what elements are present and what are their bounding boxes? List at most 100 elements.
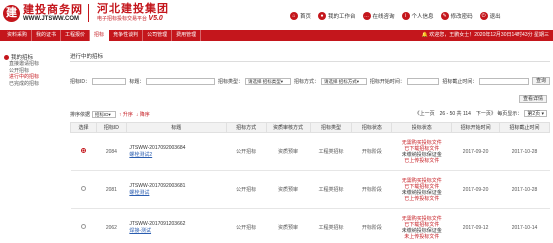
row-end: 2017-10-28 xyxy=(499,170,550,209)
col-start: 招标开始时间 xyxy=(451,122,501,133)
platform-name: 电子招标投标交易平台 V5.0 xyxy=(97,15,169,23)
bell-icon: 🔔 xyxy=(421,32,428,38)
nav-password[interactable]: ✎ 修改密码 xyxy=(440,12,473,20)
type-select-value: 请选择 招标类型 xyxy=(247,78,281,84)
sort-asc-link[interactable]: ↑ 升序 xyxy=(119,111,133,118)
view-detail-button[interactable]: 查看详情 xyxy=(518,95,547,103)
nav-consult-label: 在线咨询 xyxy=(372,14,395,20)
menu-item-negotiation[interactable]: 竞争性谈判 xyxy=(109,30,144,41)
row-title-cell: JTSWW-2017092003681 螺栓测试 xyxy=(126,170,227,209)
main-menu: 资料采购 我的证书 工程报价 招标 竞争性谈判 公司管理 费用管理 xyxy=(3,30,202,41)
row-review: 资质预审 xyxy=(266,170,310,209)
col-status: 招标状态 xyxy=(351,122,393,133)
menu-item-materials[interactable]: 资料采购 xyxy=(3,30,33,41)
group-name: 河北建投集团 xyxy=(97,2,169,15)
sort-label: 排序依据 xyxy=(70,112,91,118)
sort-desc-link[interactable]: ↓ 降序 xyxy=(136,111,150,118)
row-title-link[interactable]: 螺栓测试2 xyxy=(129,151,226,158)
row-select-cell xyxy=(70,132,97,171)
row-status: 开标阶段 xyxy=(351,170,392,209)
main-menu-bar: 资料采购 我的证书 工程报价 招标 竞争性谈判 公司管理 费用管理 🔔 欢迎您，… xyxy=(0,30,553,41)
row-id: 2081 xyxy=(96,170,127,209)
row-review: 资质预审 xyxy=(266,208,310,243)
nav-logout[interactable]: ⏻ 退出 xyxy=(479,12,501,20)
platform-subtitle: 电子招标投标交易平台 xyxy=(97,16,148,22)
nav-logout-label: 退出 xyxy=(489,14,501,20)
row-end: 2017-10-28 xyxy=(499,132,550,171)
nav-home-label: 首页 xyxy=(300,14,312,20)
nav-consult[interactable]: … 在线咨询 xyxy=(362,12,395,20)
sidebar-item-finished[interactable]: 已完成的招标 xyxy=(9,81,66,88)
page-select[interactable]: 第2页 ▾ xyxy=(524,110,547,117)
col-title: 标题 xyxy=(125,122,227,133)
method-select[interactable]: 请选择 招标方式 ▾ xyxy=(320,77,367,85)
table-row[interactable]: 2084 JTSWW-2017092003684 螺栓测试2 公开招标 资质预审… xyxy=(70,132,550,171)
code-input[interactable] xyxy=(92,77,127,85)
row-start: 2017-09-12 xyxy=(451,208,500,243)
nav-workbench-label: 我的工作台 xyxy=(328,14,356,20)
end-label: 招标截止时间： xyxy=(442,78,478,85)
welcome-message: 欢迎您，王鹏女士！2020年12月30日14时43分 星期三 xyxy=(429,32,549,38)
row-type: 工程类招标 xyxy=(310,208,352,243)
menu-item-company[interactable]: 公司管理 xyxy=(143,30,173,41)
platform-version: V5.0 xyxy=(148,15,163,22)
filter-bar: 招标ID： 标题： 招标类型： 请选择 招标类型 ▾ 招标方式： 请选择 招标方式… xyxy=(70,76,550,86)
pager-text[interactable]: 《上一页 26 - 50 共 114 下一页》 每页显示： xyxy=(415,110,523,117)
start-label: 招标开始时间： xyxy=(369,78,405,85)
bid-status-line: 已上传投标文件 xyxy=(404,157,440,164)
col-review: 资质审核方式 xyxy=(265,122,311,133)
sidebar-title: 我的招标 xyxy=(4,53,66,61)
row-bid-status: 无需购买投标文件 已下载招标文件 未缴纳投标保证金 已上传投标文件 xyxy=(391,170,452,209)
menu-item-fees[interactable]: 费用管理 xyxy=(172,30,202,41)
row-title-link[interactable]: 焊接-测试 xyxy=(129,227,226,234)
type-select[interactable]: 请选择 招标类型 ▾ xyxy=(244,77,291,85)
sort-bar: 排序依据 招标ID ▾ ↑ 升序 ↓ 降序 《上一页 26 - 50 共 114 … xyxy=(70,110,550,119)
logo-name: 建投商务网 xyxy=(23,2,83,16)
row-radio[interactable] xyxy=(80,224,86,229)
row-select-cell xyxy=(70,170,97,209)
bid-status-line: 已上传投标文件 xyxy=(404,195,440,202)
row-id: 2062 xyxy=(96,208,127,243)
row-method: 公开招标 xyxy=(226,132,267,171)
table-row[interactable]: 2062 JTSWW-2017091203662 焊接-测试 公开招标 资质预审… xyxy=(70,208,550,243)
site-header: 建 建投商务网 WWW.JTSWW.COM 河北建投集团 电子招标投标交易平台 … xyxy=(0,0,553,30)
logo[interactable]: 建 建投商务网 WWW.JTSWW.COM 河北建投集团 电子招标投标交易平台 … xyxy=(3,3,169,23)
nav-home[interactable]: ⌂ 首页 xyxy=(290,12,311,20)
end-date-input[interactable] xyxy=(479,77,529,85)
edit-icon: ✎ xyxy=(440,12,449,20)
row-bid-status: 无需购买投标文件 已下载招标文件 未缴纳投标保证金 未上传投标文件 xyxy=(391,208,452,243)
col-type: 招标类型 xyxy=(309,122,353,133)
sort-field-value: 招标ID xyxy=(95,112,109,117)
sidebar-title-label: 我的招标 xyxy=(11,55,34,61)
welcome-text: 🔔 欢迎您，王鹏女士！2020年12月30日14时43分 星期三 xyxy=(422,30,549,41)
top-nav: ⌂ 首页 ● 我的工作台 … 在线咨询 i 个人信息 ✎ 修改密码 ⏻ 退出 xyxy=(290,12,508,20)
row-title-link[interactable]: 螺栓测试 xyxy=(129,189,226,196)
menu-item-tender[interactable]: 招标 xyxy=(90,30,110,41)
menu-item-certificates[interactable]: 我的证书 xyxy=(32,30,62,41)
col-id: 招标ID xyxy=(95,122,127,133)
bullet-icon xyxy=(4,54,9,60)
logo-url: WWW.JTSWW.COM xyxy=(23,15,79,22)
start-date-input[interactable] xyxy=(406,77,440,85)
row-type: 工程类招标 xyxy=(310,170,352,209)
table-row[interactable]: 2081 JTSWW-2017092003681 螺栓测试 公开招标 资质预审 … xyxy=(70,170,550,209)
main-content: 进行中的招标 招标ID： 标题： 招标类型： 请选择 招标类型 ▾ 招标方式： 请… xyxy=(70,53,550,243)
row-type: 工程类招标 xyxy=(310,132,352,171)
nav-workbench[interactable]: ● 我的工作台 xyxy=(318,12,356,20)
col-end: 招标截止时间 xyxy=(499,122,550,133)
row-radio[interactable] xyxy=(80,148,86,153)
logo-mark-icon: 建 xyxy=(3,4,20,22)
table-header-row: 选择 招标ID 标题 招标方式 资质审核方式 招标类型 招标状态 投标状态 招标… xyxy=(70,122,550,133)
row-radio[interactable] xyxy=(80,186,86,191)
nav-profile[interactable]: i 个人信息 xyxy=(401,12,434,20)
method-select-value: 请选择 招标方式 xyxy=(323,78,357,84)
menu-item-quote[interactable]: 工程报价 xyxy=(61,30,91,41)
search-button[interactable]: 查询 xyxy=(531,77,550,85)
row-start: 2017-09-20 xyxy=(451,170,500,209)
col-select: 选择 xyxy=(70,122,97,133)
sort-field-select[interactable]: 招标ID ▾ xyxy=(92,111,117,118)
title-input[interactable] xyxy=(146,77,215,85)
logo-divider xyxy=(88,4,89,22)
row-title-cell: JTSWW-2017091203662 焊接-测试 xyxy=(126,208,227,243)
col-bid-status: 投标状态 xyxy=(391,122,453,133)
